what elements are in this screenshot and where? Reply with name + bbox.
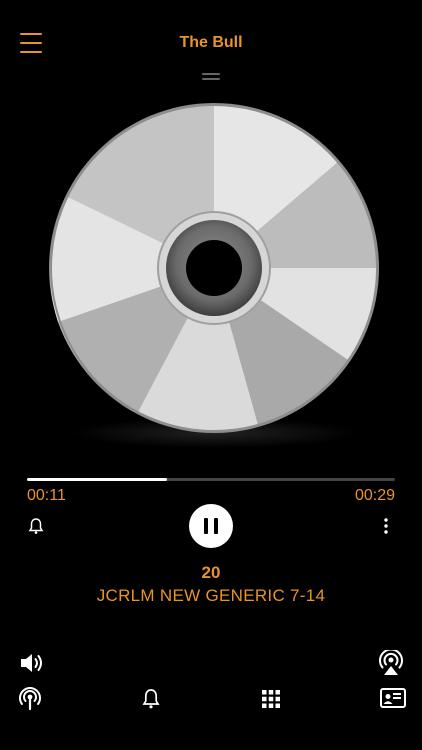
track-title: JCRLM NEW GENERIC 7-14	[96, 586, 326, 605]
bell-icon[interactable]	[27, 517, 45, 535]
compact-disc-artwork	[49, 103, 379, 433]
drag-handle-icon[interactable]	[202, 73, 220, 80]
grid-icon[interactable]	[262, 690, 280, 708]
speaker-volume-icon[interactable]	[19, 651, 45, 675]
elapsed-time: 00:11	[27, 487, 66, 504]
progress-bar[interactable]	[27, 478, 395, 481]
remaining-time: 00:29	[354, 487, 395, 504]
station-title: The Bull	[179, 34, 243, 51]
more-vertical-icon[interactable]	[382, 517, 390, 535]
pause-icon	[204, 518, 208, 534]
track-number: 20	[201, 563, 221, 582]
contact-card-icon[interactable]	[380, 688, 406, 708]
bell-icon[interactable]	[141, 688, 161, 710]
pause-icon-bar	[214, 518, 218, 534]
progress-fill	[27, 478, 167, 481]
airplay-audio-icon[interactable]	[378, 650, 404, 676]
pause-button[interactable]	[189, 504, 233, 548]
podcast-icon[interactable]	[18, 687, 42, 711]
